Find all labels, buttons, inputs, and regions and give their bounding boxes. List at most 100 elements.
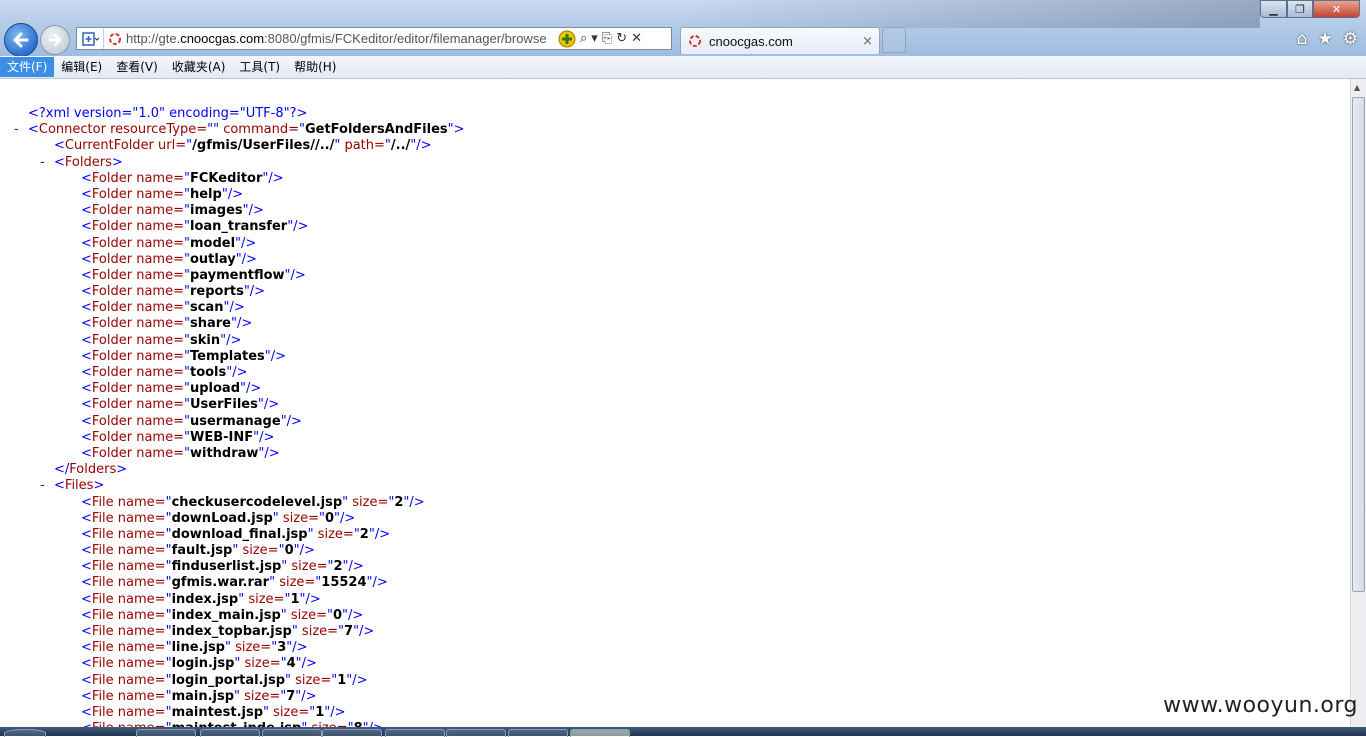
title-bar-background xyxy=(680,0,1260,28)
browser-toolbar: ▁ ❐ ✕ http://gte.cnoocgas.com:8080/gfmis… xyxy=(0,0,1366,57)
bracket: > xyxy=(111,154,123,170)
attr-name-size: size= xyxy=(287,559,328,575)
attr-name-size: size= xyxy=(238,543,279,559)
forward-button[interactable] xyxy=(40,25,70,55)
tab-title: cnoocgas.com xyxy=(709,33,793,49)
bracket: /> xyxy=(374,526,391,542)
connector-open: - <Connector resourceType="" command="Get… xyxy=(14,122,465,138)
back-button[interactable] xyxy=(4,23,38,57)
address-bar[interactable]: http://gte.cnoocgas.com:8080/gfmis/FCKed… xyxy=(76,27,672,50)
attr-name-size: size= xyxy=(240,656,281,672)
attr-name-size: size= xyxy=(313,526,354,542)
menu-tools[interactable]: 工具(T) xyxy=(232,57,287,77)
bracket: < xyxy=(81,235,92,251)
folder-name: UserFiles xyxy=(189,397,258,413)
addon-icon[interactable] xyxy=(558,30,576,48)
url-domain: cnoocgas.com xyxy=(180,31,265,46)
folder-entry: <Folder name="scan"/> xyxy=(0,300,465,316)
tab-cnoocgas[interactable]: cnoocgas.com × xyxy=(680,27,880,54)
tag-name: Folder xyxy=(91,445,133,461)
home-icon[interactable]: ⌂ xyxy=(1297,29,1308,49)
bracket: /> xyxy=(286,413,302,429)
tag-name: File xyxy=(91,494,114,510)
bracket: /> xyxy=(248,203,264,219)
menu-favorites[interactable]: 收藏夹(A) xyxy=(165,57,233,77)
close-window-button[interactable]: ✕ xyxy=(1313,0,1360,18)
folder-entry: <Folder name="model"/> xyxy=(0,236,465,252)
file-entry: <File name="line.jsp" size="3"/> xyxy=(0,640,465,656)
vertical-scrollbar[interactable]: ▲ xyxy=(1350,79,1366,727)
settings-gear-icon[interactable]: ⚙ xyxy=(1343,29,1358,49)
bracket: < xyxy=(54,138,65,154)
menu-file[interactable]: 文件(F) xyxy=(0,57,55,77)
search-icon[interactable]: ⌕ xyxy=(580,32,587,45)
bracket: /> xyxy=(236,316,253,332)
attr-name-name: name= xyxy=(113,607,166,623)
bracket: < xyxy=(81,284,92,300)
new-tab-button[interactable] xyxy=(882,27,906,53)
attr-name-name: name= xyxy=(113,559,166,575)
bracket: < xyxy=(81,365,92,380)
folder-entry: <Folder name="WEB-INF"/> xyxy=(0,430,465,446)
scroll-up-icon[interactable]: ▲ xyxy=(1354,83,1360,92)
scrollbar-thumb[interactable] xyxy=(1352,97,1365,592)
compatibility-view-icon[interactable]: ⎘ xyxy=(602,32,612,45)
folders-open: - <Folders> xyxy=(40,154,123,170)
attr-name-size: size= xyxy=(230,640,272,656)
refresh-icon[interactable]: ↻ xyxy=(616,32,627,45)
menu-view[interactable]: 查看(V) xyxy=(109,57,165,77)
menu-help[interactable]: 帮助(H) xyxy=(287,57,343,77)
xml-viewer: <?xml version="1.0" encoding="UTF-8"?> - <… xyxy=(0,79,1350,727)
url-path: :8080/gfmis/FCKeditor/editor/filemanager… xyxy=(264,31,547,46)
attr-name-name: name= xyxy=(113,510,166,526)
attr-name-name: name= xyxy=(132,284,184,300)
bracket: /> xyxy=(241,251,257,267)
bracket: /> xyxy=(301,656,317,672)
file-name: index.jsp xyxy=(171,591,239,607)
menu-edit[interactable]: 编辑(E) xyxy=(54,57,109,77)
attr-name-name: name= xyxy=(132,429,184,445)
attr-name-name: name= xyxy=(113,688,166,704)
file-name: checkusercodelevel.jsp xyxy=(171,494,343,510)
attr-name-name: name= xyxy=(132,445,184,461)
attr-name-name: name= xyxy=(132,267,184,283)
tab-favicon-icon xyxy=(689,35,701,47)
dropdown-icon[interactable]: ▾ xyxy=(591,32,598,45)
folder-entry: <Folder name="tools"/> xyxy=(0,365,465,381)
attr-name-name: name= xyxy=(113,575,166,591)
bracket: < xyxy=(81,186,92,202)
bracket: /> xyxy=(246,381,262,397)
tab-close-icon[interactable]: × xyxy=(862,34,873,49)
file-entry: <File name="download_final.jsp" size="2"… xyxy=(0,527,465,543)
attr-name-name: name= xyxy=(113,704,166,720)
xml-declaration-line: <?xml version="1.0" encoding="UTF-8"?> xyxy=(0,106,465,122)
attr-name-size: size= xyxy=(286,607,327,623)
tag-name: File xyxy=(91,640,114,656)
url-text[interactable]: http://gte.cnoocgas.com:8080/gfmis/FCKed… xyxy=(126,31,554,46)
attr-name-size: size= xyxy=(269,704,310,720)
file-entry: <File name="login.jsp" size="4"/> xyxy=(0,656,465,672)
attr-name-size: size= xyxy=(348,494,389,510)
bracket: /> xyxy=(226,332,242,348)
minimize-button[interactable]: ▁ xyxy=(1260,0,1287,18)
attr-name-name: name= xyxy=(132,365,184,380)
attr-name-name: name= xyxy=(113,640,166,656)
file-size: 15524 xyxy=(321,575,367,591)
bracket: < xyxy=(81,591,92,607)
bracket: < xyxy=(81,688,92,704)
attr-name-url: url= xyxy=(153,138,187,154)
file-size: 0 xyxy=(325,510,335,526)
bracket: < xyxy=(81,397,92,413)
tag-name: Folder xyxy=(91,235,133,251)
folder-name: Templates xyxy=(189,348,265,364)
bracket: < xyxy=(81,429,92,445)
bracket: < xyxy=(81,575,92,591)
maximize-button[interactable]: ❐ xyxy=(1287,0,1313,18)
favorites-star-icon[interactable]: ★ xyxy=(1318,29,1333,49)
folder-name: loan_transfer xyxy=(189,219,288,235)
security-report-icon[interactable] xyxy=(77,28,104,49)
file-size: 2 xyxy=(333,559,343,575)
file-size: 1 xyxy=(315,704,325,720)
tag-name: Folder xyxy=(91,300,133,316)
stop-icon[interactable]: ✕ xyxy=(631,32,642,45)
